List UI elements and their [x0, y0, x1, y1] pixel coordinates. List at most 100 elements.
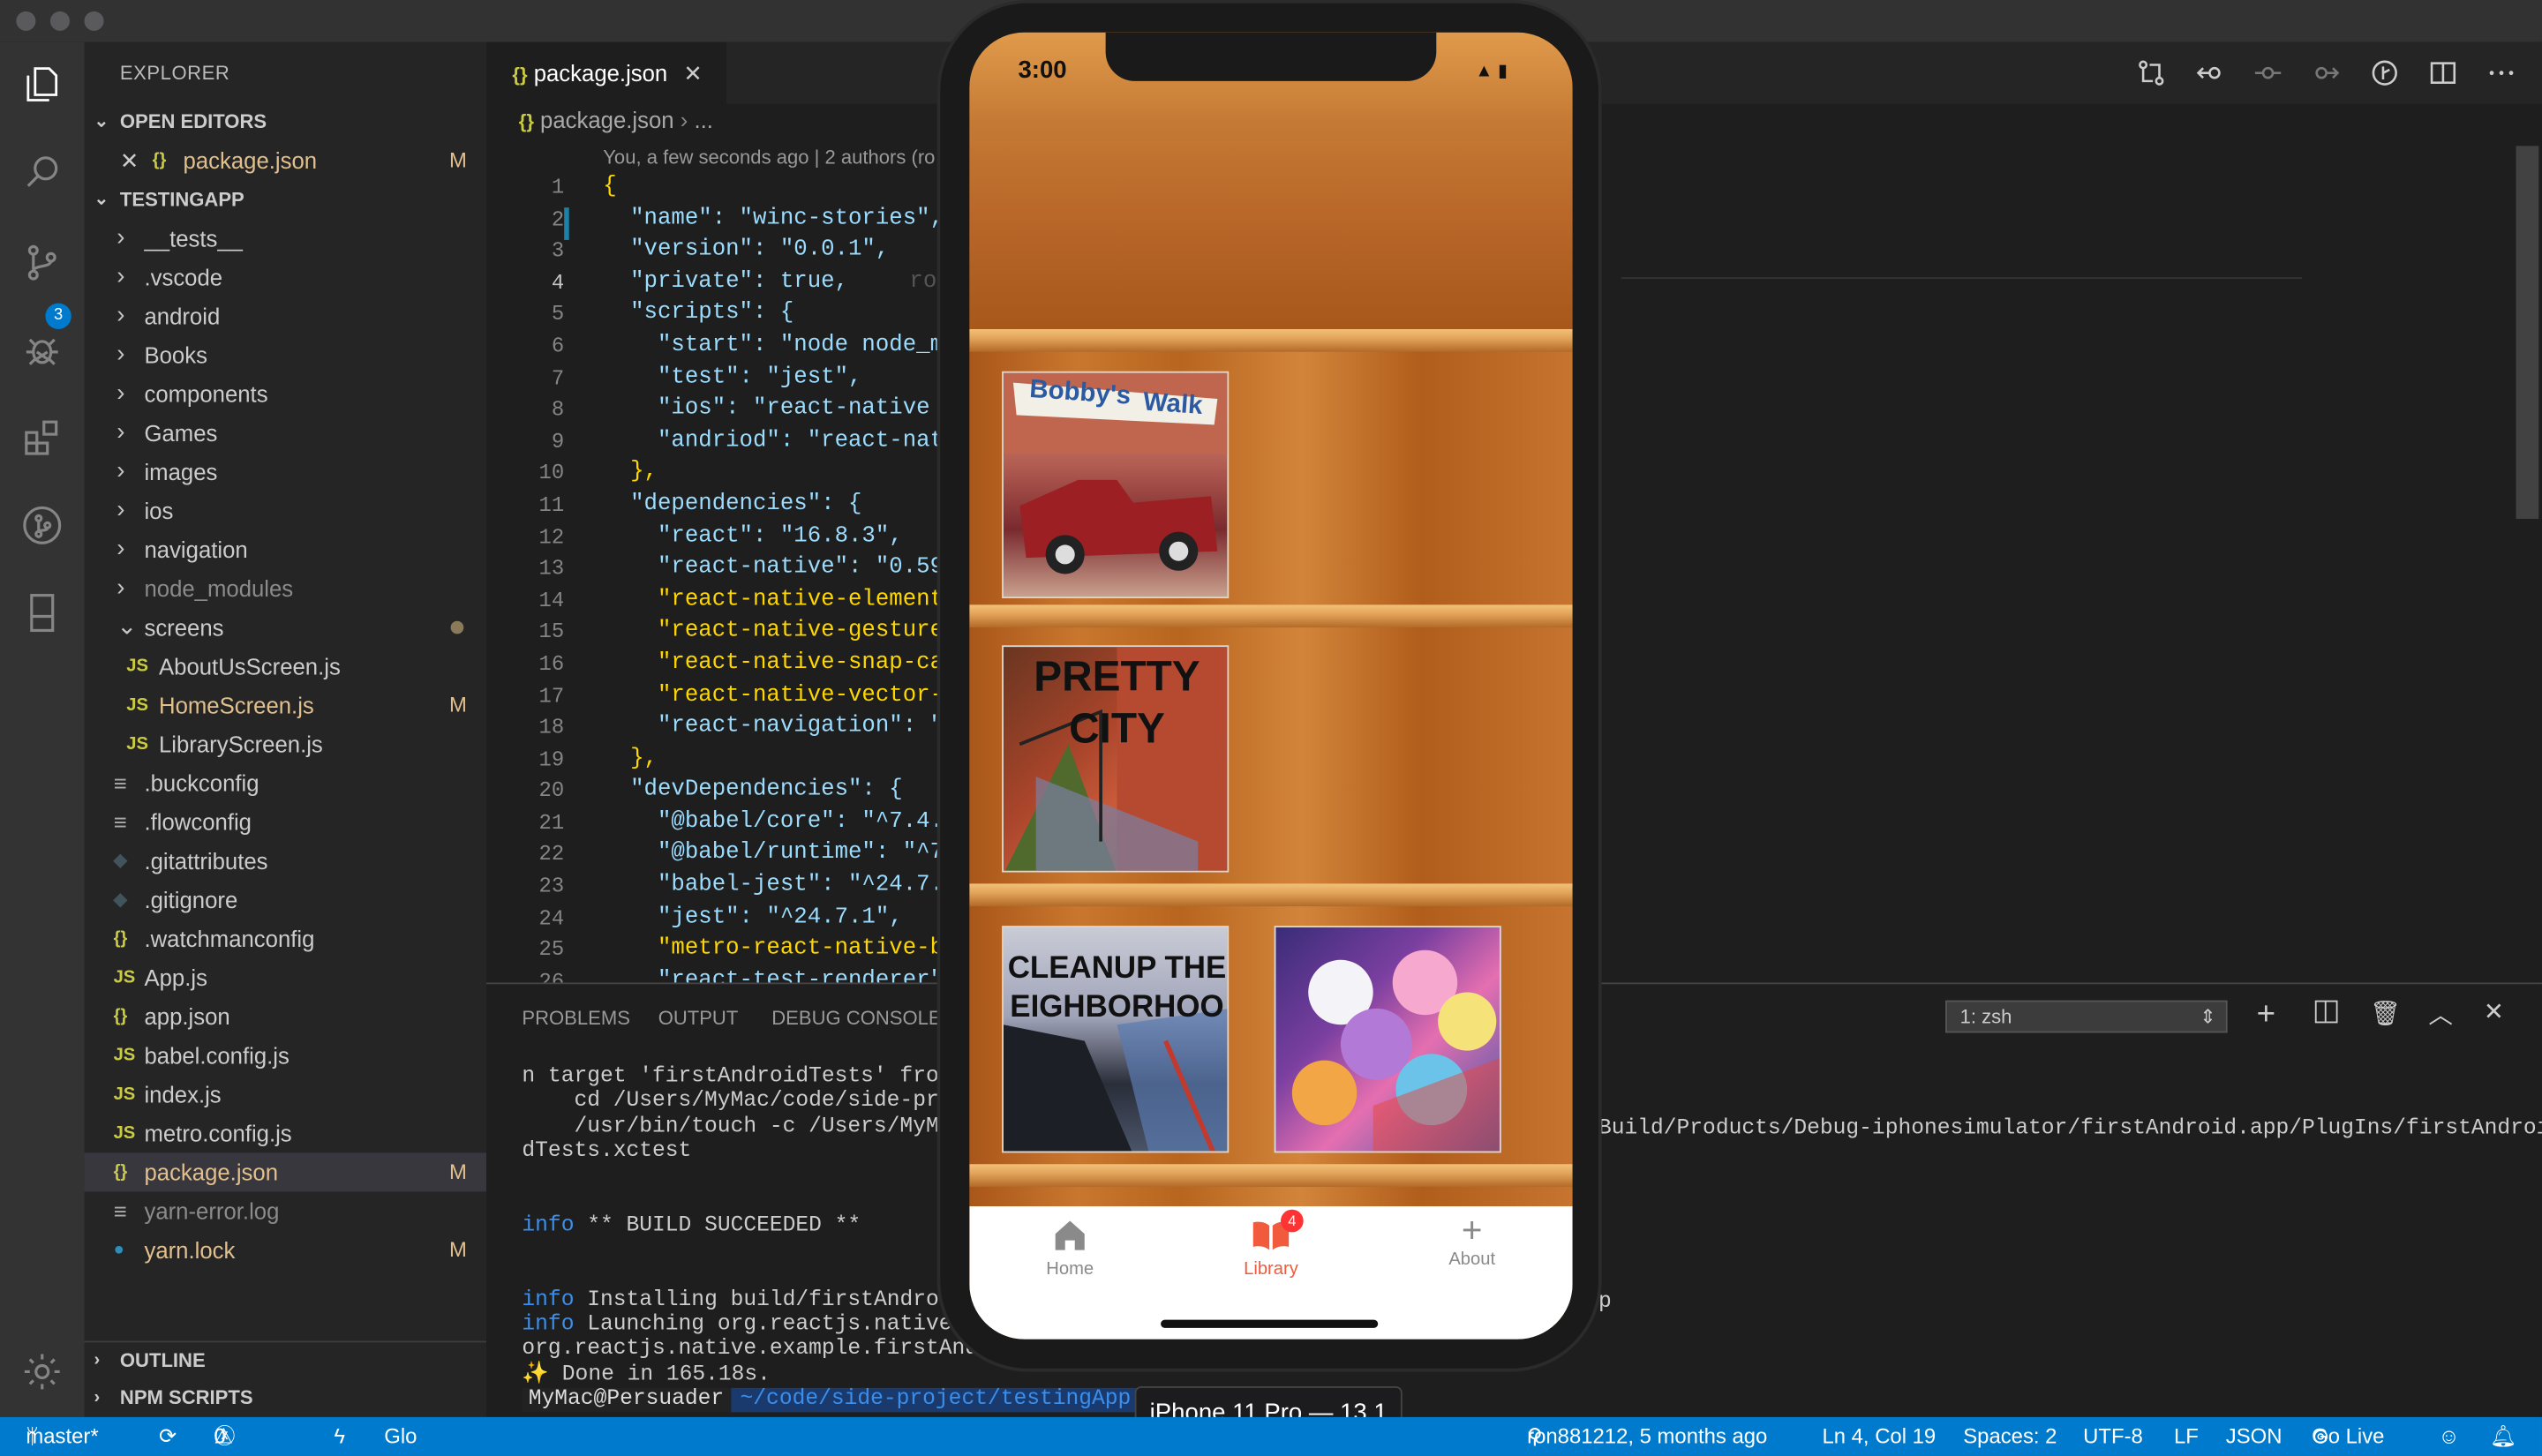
file-tree-item[interactable]: {} app.json [85, 997, 487, 1036]
tab-debug-console[interactable]: DEBUG CONSOLE [771, 1007, 941, 1030]
explorer-title: EXPLORER [119, 61, 230, 85]
file-tree-item[interactable]: JS index.js [85, 1075, 487, 1114]
file-tree-item[interactable]: ◆ .gitattributes [85, 842, 487, 881]
encoding[interactable]: UTF-8 [2083, 1417, 2143, 1456]
git-forward-icon[interactable] [2312, 58, 2341, 87]
tab-output[interactable]: OUTPUT [658, 1007, 739, 1030]
more-actions-icon[interactable] [2486, 58, 2516, 87]
terminal-output[interactable]: n target 'firstAndroidTests' from cd /Us… [522, 1065, 1004, 1387]
file-tree-item[interactable]: ● yarn.lock M [85, 1231, 487, 1270]
terminal-select[interactable]: 1: zsh ⇕ [1945, 1000, 2228, 1033]
file-tree-item[interactable]: ≡ yarn-error.log [85, 1191, 487, 1230]
file-tree-item[interactable]: › android [85, 296, 487, 335]
modified-marker: M [449, 1159, 467, 1184]
git-commit-icon[interactable] [2253, 58, 2283, 87]
file-tree-item[interactable]: {} package.json M [84, 1152, 487, 1192]
extensions-icon[interactable] [19, 415, 64, 460]
terminal-line: ✨ Done in 165.18s. [522, 1362, 771, 1388]
tab-problems[interactable]: PROBLEMS [522, 1007, 629, 1030]
language-mode[interactable]: JSON [2226, 1417, 2283, 1456]
codelens-blame[interactable]: You, a few seconds ago | 2 authors (ro [603, 146, 935, 169]
file-tree-item[interactable]: ≡ .flowconfig [85, 803, 487, 842]
file-tree-item[interactable]: › navigation [85, 530, 487, 569]
bell-icon[interactable]: 🔔︎ [2490, 1417, 2516, 1456]
book-cover-pretty-city[interactable]: PRETTY CITY [1002, 645, 1230, 873]
debug-icon[interactable] [19, 327, 64, 372]
file-tree-label: Games [144, 419, 218, 447]
close-window-button[interactable] [16, 11, 36, 31]
search-icon[interactable] [19, 149, 64, 194]
cursor-position[interactable]: Ln 4, Col 19 [1822, 1417, 1936, 1456]
editor-scrollbar[interactable] [2516, 146, 2539, 519]
go-live-label: Go Live [2312, 1423, 2385, 1448]
file-tree-item[interactable]: ⌄ screens [85, 608, 487, 647]
line-ending[interactable]: LF [2174, 1417, 2199, 1456]
file-tree-label: yarn-error.log [144, 1197, 280, 1225]
tab-about[interactable]: + About [1372, 1206, 1573, 1270]
file-tree-item[interactable]: › node_modules [85, 569, 487, 608]
close-panel-icon[interactable]: ✕ [2484, 997, 2504, 1026]
outline-section[interactable]: › OUTLINE [84, 1340, 487, 1377]
file-tree-item[interactable]: › components [85, 374, 487, 413]
sync-icon[interactable]: ⟳ [159, 1417, 177, 1456]
lightning-icon[interactable]: ϟ [334, 1417, 345, 1456]
split-terminal-icon[interactable] [2314, 1000, 2338, 1024]
chevron-up-icon[interactable]: ︿ [2428, 997, 2453, 1032]
file-tree-item[interactable]: ◆ .gitignore [85, 881, 487, 919]
info-text: ** BUILD SUCCEEDED ** [574, 1213, 861, 1239]
book-cover-bobbys-walk[interactable]: Bobby's Walk [1002, 371, 1230, 599]
trash-icon[interactable]: 🗑 [2370, 999, 2401, 1028]
file-tree-item[interactable]: JS babel.config.js [85, 1036, 487, 1075]
device-icon[interactable] [19, 590, 64, 635]
gitlens-icon[interactable] [2370, 58, 2399, 87]
maximize-window-button[interactable] [84, 11, 104, 31]
file-tree-item[interactable]: › .vscode [85, 258, 487, 296]
source-control-icon[interactable] [19, 240, 64, 285]
book-cover-cleanup[interactable]: CLEANUP THE EIGHBORHOO [1002, 926, 1230, 1153]
tab-library[interactable]: 4 Library [1170, 1206, 1372, 1280]
file-tree-item[interactable]: › __tests__ [85, 219, 487, 258]
file-tree-item[interactable]: › images [85, 453, 487, 492]
breadcrumb-more[interactable]: ... [694, 107, 712, 132]
close-icon[interactable]: ✕ [120, 141, 139, 180]
git-back-icon[interactable] [2195, 58, 2224, 87]
project-section[interactable]: ⌄ TESTINGAPP [85, 182, 487, 217]
files-icon[interactable] [19, 62, 64, 107]
tab-package-json[interactable]: {} package.json ✕ [486, 41, 726, 104]
file-tree-item[interactable]: JS LibraryScreen.js [85, 724, 487, 763]
open-editor-item[interactable]: ✕ {} package.json M [85, 141, 487, 180]
file-tree-item[interactable]: JS AboutUsScreen.js [85, 647, 487, 686]
new-terminal-icon[interactable]: + [2257, 997, 2275, 1034]
live-share-label[interactable]: Glo [384, 1417, 417, 1456]
feedback-icon[interactable]: ☺ [2438, 1417, 2459, 1456]
code-editor[interactable]: { "name": "winc-stories", "version": "0.… [603, 172, 971, 998]
file-tree-item[interactable]: › ios [85, 492, 487, 530]
terminal-line: info ** BUILD SUCCEEDED ** [522, 1214, 1004, 1239]
file-tree-label: .gitignore [144, 887, 238, 913]
open-editors-section[interactable]: ⌄ OPEN EDITORS [85, 104, 487, 139]
minimize-window-button[interactable] [49, 11, 70, 31]
git-graph-icon[interactable] [19, 503, 64, 548]
file-tree-label: babel.config.js [144, 1042, 290, 1069]
compare-changes-icon[interactable] [2137, 58, 2166, 87]
file-tree-item[interactable]: ≡ .buckconfig [85, 763, 487, 802]
file-tree-item[interactable]: {} .watchmanconfig [85, 919, 487, 958]
file-tree-item[interactable]: JS App.js [85, 958, 487, 997]
file-tree-item[interactable]: JS metro.config.js [85, 1114, 487, 1152]
tab-home[interactable]: Home [969, 1206, 1170, 1280]
json-file-icon: {} [113, 928, 128, 949]
modified-dot [450, 620, 464, 634]
split-editor-icon[interactable] [2428, 58, 2457, 87]
book-cover-my-little-pony[interactable] [1274, 926, 1501, 1153]
file-tree-item[interactable]: JS HomeScreen.js M [85, 686, 487, 724]
simulator-screen[interactable]: 3:00 ▲ ▮ Bobby's Walk PRETTY CITY CLEANU… [969, 32, 1573, 1340]
project-label: TESTINGAPP [119, 188, 244, 211]
gear-icon[interactable] [19, 1349, 64, 1394]
indentation[interactable]: Spaces: 2 [1963, 1417, 2057, 1456]
file-tree-item[interactable]: › Games [85, 414, 487, 453]
close-icon[interactable]: ✕ [683, 60, 703, 86]
terminal-line: n target 'firstAndroidTests' from [522, 1065, 952, 1090]
breadcrumb-file[interactable]: package.json [540, 107, 674, 132]
file-tree-item[interactable]: › Books [85, 335, 487, 374]
npm-scripts-section[interactable]: › NPM SCRIPTS [85, 1380, 487, 1415]
